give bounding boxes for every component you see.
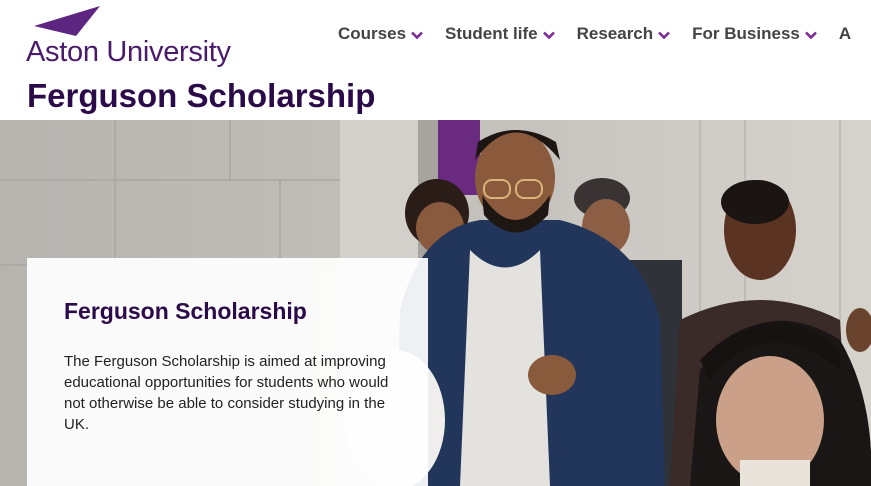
nav-item-label: For Business bbox=[692, 24, 800, 43]
site-header: Aston University Courses Student life Re… bbox=[0, 0, 871, 120]
logo-text: Aston University bbox=[26, 36, 231, 68]
chevron-down-icon bbox=[542, 31, 555, 39]
nav-item-courses[interactable]: Courses bbox=[338, 22, 423, 46]
chevron-down-icon bbox=[411, 31, 423, 39]
chevron-down-icon bbox=[804, 31, 817, 39]
nav-item-truncated[interactable]: A bbox=[839, 22, 851, 46]
main-nav: Courses Student life Research For Busine… bbox=[338, 22, 871, 46]
nav-item-student-life[interactable]: Student life bbox=[445, 22, 555, 46]
nav-item-label: Courses bbox=[338, 24, 407, 43]
page-title: Ferguson Scholarship bbox=[27, 77, 376, 114]
nav-item-research[interactable]: Research bbox=[577, 22, 671, 46]
aston-university-logo[interactable]: Aston University bbox=[26, 6, 241, 70]
nav-item-label: Research bbox=[576, 24, 654, 43]
card-description: The Ferguson Scholarship is aimed at imp… bbox=[64, 353, 389, 433]
nav-item-for-business[interactable]: For Business bbox=[692, 22, 817, 46]
chevron-down-icon bbox=[658, 31, 671, 39]
logo-triangle-icon bbox=[34, 6, 100, 36]
card-title: Ferguson Scholarship bbox=[64, 298, 307, 324]
intro-card: Ferguson Scholarship The Ferguson Schola… bbox=[27, 258, 428, 486]
nav-item-label: A bbox=[838, 24, 852, 43]
nav-item-label: Student life bbox=[445, 24, 538, 43]
